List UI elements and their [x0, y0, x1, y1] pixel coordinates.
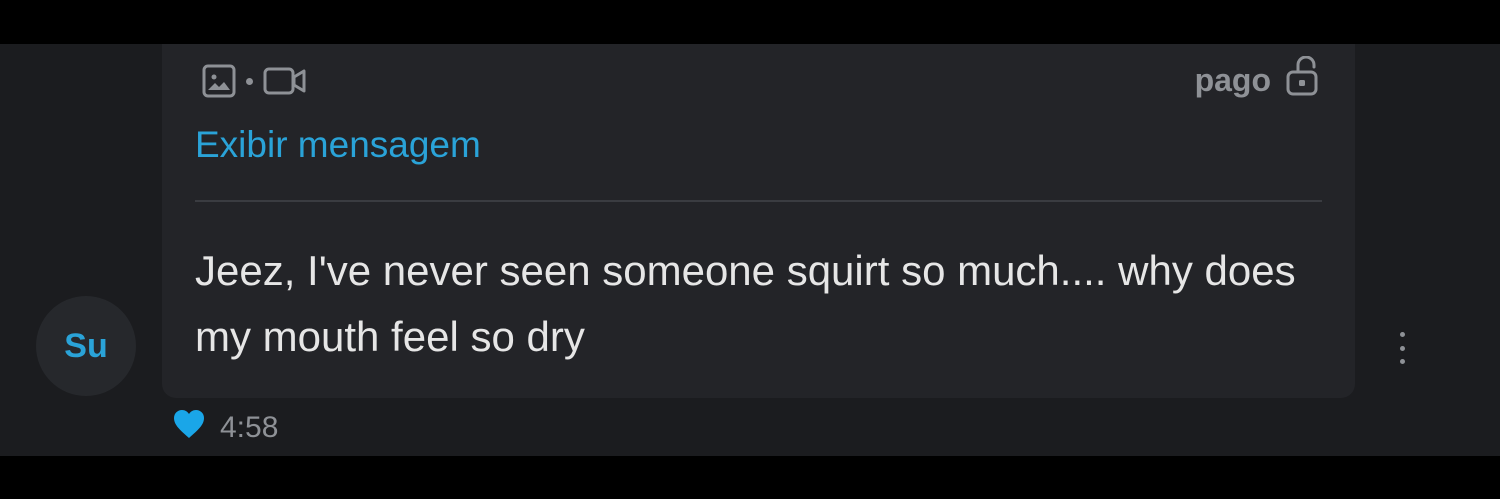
timestamp: 4:58	[220, 411, 279, 444]
image-icon	[202, 64, 236, 98]
separator-dot	[246, 77, 253, 85]
unlock-icon	[1285, 55, 1319, 104]
avatar[interactable]: Su	[36, 296, 136, 396]
heart-icon[interactable]	[172, 408, 206, 448]
message-meta: 4:58	[172, 410, 278, 446]
video-icon	[263, 64, 307, 98]
divider	[195, 200, 1322, 202]
more-options-icon[interactable]	[1392, 328, 1412, 368]
chat-view: Su pago Exibir mensagem Jeez, I've never…	[0, 44, 1500, 456]
message-bubble: pago Exibir mensagem Jeez, I've never se…	[162, 44, 1355, 398]
avatar-initials: Su	[64, 326, 108, 365]
message-text: Jeez, I've never seen someone squirt so …	[195, 247, 1296, 360]
media-indicator	[202, 64, 307, 98]
paid-status: pago	[1194, 55, 1319, 100]
paid-label: pago	[1194, 61, 1271, 98]
view-message-link[interactable]: Exibir mensagem	[195, 124, 481, 166]
